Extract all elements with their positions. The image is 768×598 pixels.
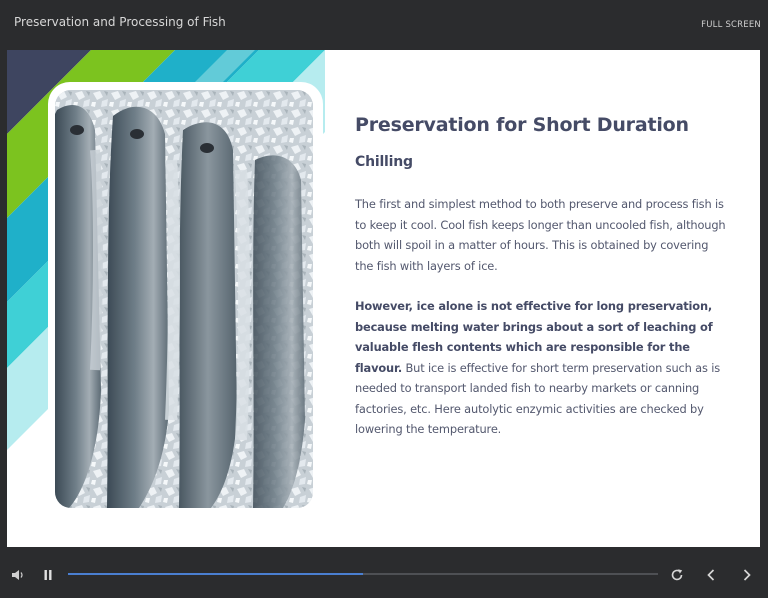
slide-subheading: Chilling <box>355 154 413 170</box>
progress-bar[interactable] <box>68 573 658 575</box>
replay-icon[interactable] <box>666 560 688 590</box>
paragraph-ice: However, ice alone is not effective for … <box>355 296 727 440</box>
player-controls <box>0 560 768 590</box>
slide-heading: Preservation for Short Duration <box>355 114 689 136</box>
slide-content: Preservation for Short Duration Chilling… <box>355 114 727 440</box>
progress-fill <box>68 573 363 575</box>
fullscreen-button[interactable]: FULL SCREEN <box>701 20 761 30</box>
volume-icon[interactable] <box>8 560 28 590</box>
fish-on-ice-image <box>55 90 313 508</box>
pause-icon[interactable] <box>38 560 58 590</box>
app-window: Preservation and Processing of Fish FULL… <box>0 0 768 598</box>
paragraph-intro: The first and simplest method to both pr… <box>355 197 726 273</box>
slide: Preservation for Short Duration Chilling… <box>7 50 760 547</box>
prev-icon[interactable] <box>700 560 722 590</box>
top-bar: Preservation and Processing of Fish FULL… <box>0 0 768 48</box>
paragraph-ice-rest: But ice is effective for short term pres… <box>355 360 721 437</box>
course-title: Preservation and Processing of Fish <box>14 15 226 29</box>
next-icon[interactable] <box>736 560 758 590</box>
